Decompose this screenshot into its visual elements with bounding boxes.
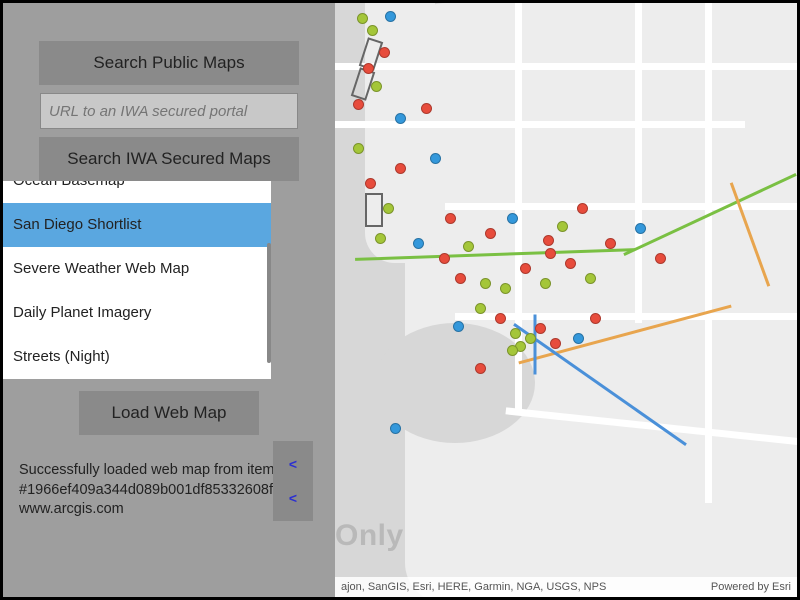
list-scrollbar[interactable] [265,181,271,379]
map-attribution: ajon, SanGIS, Esri, HERE, Garmin, NGA, U… [335,577,797,597]
map-results-wrap: Ocean Basemap San Diego Shortlist Severe… [3,181,335,379]
list-item[interactable]: San Diego Shortlist [3,203,271,247]
sidebar-panel: Search Public Maps Search IWA Secured Ma… [3,3,335,597]
map-results-list[interactable]: Ocean Basemap San Diego Shortlist Severe… [3,181,271,379]
attribution-sources: ajon, SanGIS, Esri, HERE, Garmin, NGA, U… [341,581,606,593]
attribution-powered-by: Powered by Esri [711,581,791,593]
load-web-map-button[interactable]: Load Web Map [79,391,259,435]
basemap-watermark: Only [335,519,404,553]
map-rect-marker [365,193,383,227]
list-item[interactable]: Daily Planet Imagery [3,291,271,335]
list-item[interactable]: Severe Weather Web Map [3,247,271,291]
chevron-left-icon: < [289,490,297,506]
chevron-left-icon: < [289,456,297,472]
collapse-handle[interactable]: < < [273,441,313,521]
list-item[interactable]: Ocean Basemap [3,181,271,203]
search-public-button[interactable]: Search Public Maps [39,41,299,85]
search-secured-button[interactable]: Search IWA Secured Maps [39,137,299,181]
app-root: Search Public Maps Search IWA Secured Ma… [3,3,797,597]
list-item[interactable]: Streets (Night) [3,335,271,379]
list-scrollbar-thumb[interactable] [267,243,271,363]
map-view[interactable]: Only ajon, SanGIS, Esri, HERE, Garmin, N… [335,3,797,597]
secured-portal-url-input[interactable] [40,93,298,129]
